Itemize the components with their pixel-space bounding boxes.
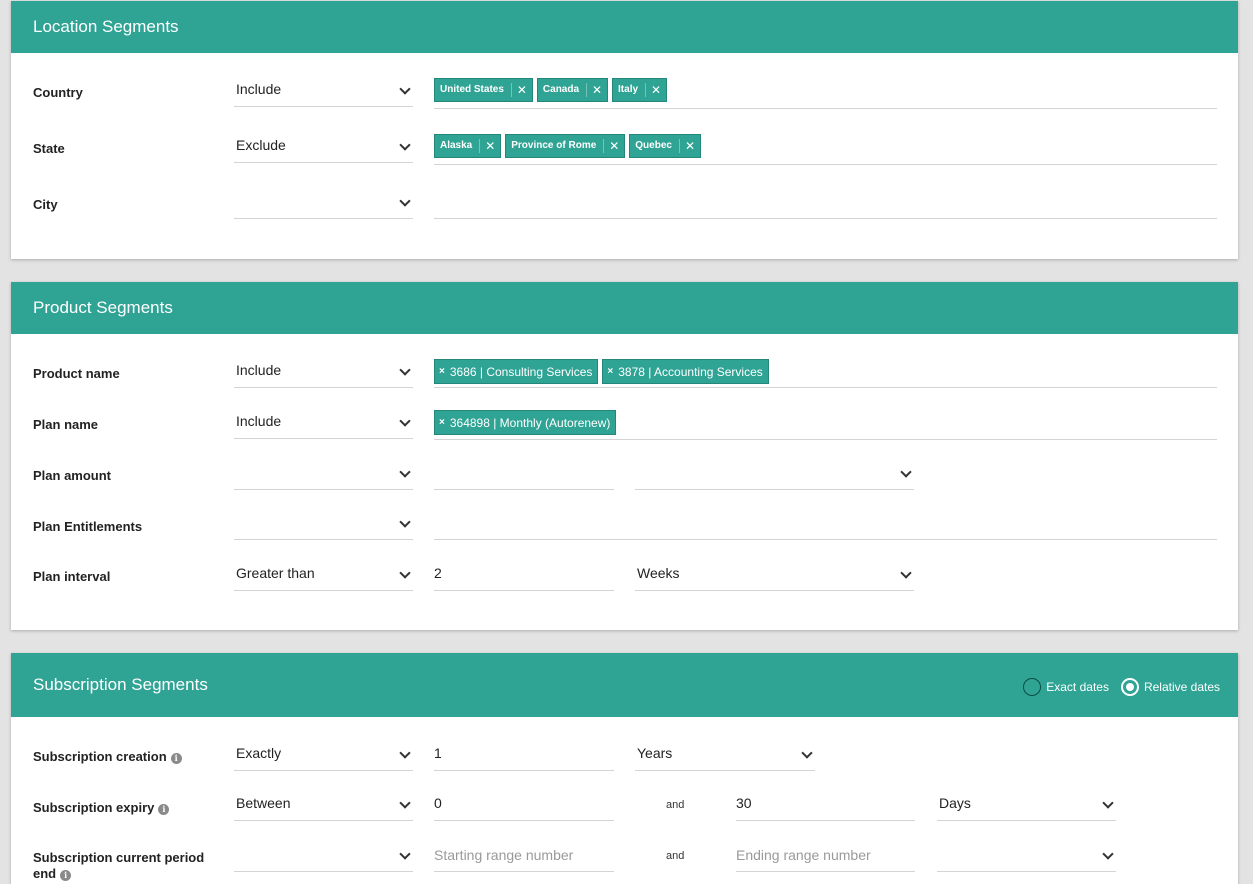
- chevron-down-icon: [399, 415, 411, 427]
- chevron-down-icon: [801, 747, 813, 759]
- chevron-down-icon: [399, 797, 411, 809]
- exact-dates-label[interactable]: Exact dates: [1046, 680, 1109, 694]
- location-segments-card: Location Segments Country Include United…: [11, 1, 1238, 259]
- info-icon[interactable]: i: [158, 804, 170, 815]
- product-name-tags-input[interactable]: × 3686 | Consulting Services × 3878 | Acco…: [434, 359, 1217, 388]
- plan-amount-input[interactable]: [434, 458, 614, 490]
- and-label: and: [666, 799, 685, 811]
- plan-interval-mode-select[interactable]: Greater than: [234, 559, 413, 591]
- remove-tag-icon[interactable]: ✕: [604, 139, 624, 153]
- state-label: State: [33, 141, 65, 156]
- and-label: and: [666, 850, 685, 862]
- chevron-down-icon: [399, 83, 411, 95]
- plan-entitlements-mode-select[interactable]: [234, 508, 413, 540]
- plan-amount-unit-select[interactable]: [635, 458, 914, 490]
- subscription-expiry-label: Subscription expiry i: [33, 800, 170, 816]
- subscription-segments-title: Subscription Segments: [33, 675, 208, 694]
- chevron-down-icon: [1102, 797, 1114, 809]
- city-mode-select[interactable]: [234, 187, 413, 219]
- chevron-down-icon: [399, 364, 411, 376]
- subscription-period-end-mode-select[interactable]: [234, 840, 413, 872]
- chevron-down-icon: [399, 848, 411, 860]
- plan-amount-label: Plan amount: [33, 468, 112, 483]
- plan-entitlements-label: Plan Entitlements: [33, 519, 143, 534]
- country-tags-input[interactable]: United States ✕ Canada ✕ Italy ✕: [434, 78, 1217, 109]
- remove-tag-icon[interactable]: ×: [439, 417, 445, 428]
- subscription-creation-value-input[interactable]: 1: [434, 739, 614, 771]
- remove-tag-icon[interactable]: ✕: [480, 139, 500, 153]
- info-icon[interactable]: i: [170, 753, 182, 764]
- info-icon[interactable]: i: [60, 870, 72, 881]
- plan-name-mode-select[interactable]: Include: [234, 407, 413, 439]
- product-name-mode-select[interactable]: Include: [234, 356, 413, 388]
- subscription-creation-mode-select[interactable]: Exactly: [234, 739, 413, 771]
- plan-interval-value-input[interactable]: 2: [434, 559, 614, 591]
- country-label: Country: [33, 85, 83, 100]
- product-name-label: Product name: [33, 366, 120, 381]
- subscription-creation-unit-select[interactable]: Years: [635, 739, 815, 771]
- product-tag: × 3686 | Consulting Services: [434, 359, 599, 384]
- chevron-down-icon: [399, 747, 411, 759]
- country-mode-select[interactable]: Include: [234, 75, 413, 107]
- chevron-down-icon: [399, 466, 411, 478]
- relative-dates-label[interactable]: Relative dates: [1144, 680, 1220, 694]
- state-tag: Province of Rome ✕: [505, 134, 626, 158]
- subscription-period-end-label: Subscription current period end i: [33, 850, 205, 881]
- state-mode-select[interactable]: Exclude: [234, 131, 413, 163]
- location-segments-title: Location Segments: [33, 17, 179, 36]
- relative-dates-radio[interactable]: [1120, 678, 1139, 696]
- chevron-down-icon: [399, 516, 411, 528]
- remove-tag-icon[interactable]: ✕: [512, 83, 532, 97]
- product-tag: × 3878 | Accounting Services: [602, 359, 769, 384]
- chevron-down-icon: [900, 567, 912, 579]
- country-mode-value: Include: [236, 81, 282, 97]
- city-tags-input[interactable]: [434, 187, 1217, 219]
- plan-name-tags-input[interactable]: × 364898 | Monthly (Autorenew): [434, 410, 1217, 440]
- plan-entitlements-input[interactable]: [434, 508, 1217, 540]
- subscription-period-end-from-input[interactable]: Starting range number: [434, 840, 614, 872]
- subscription-expiry-unit-select[interactable]: Days: [937, 789, 1116, 821]
- chevron-down-icon: [1102, 848, 1114, 860]
- product-name-mode-value: Include: [236, 362, 282, 378]
- product-segments-card: Product Segments Product name Include × 3…: [11, 282, 1238, 630]
- plan-tag: × 364898 | Monthly (Autorenew): [434, 410, 617, 435]
- plan-interval-mode-value: Greater than: [236, 565, 315, 581]
- product-segments-header: Product Segments: [11, 282, 1238, 334]
- chevron-down-icon: [900, 466, 912, 478]
- plan-name-mode-value: Include: [236, 413, 282, 429]
- subscription-expiry-from-input[interactable]: 0: [434, 789, 614, 821]
- state-tags-input[interactable]: Alaska ✕ Province of Rome ✕ Quebec ✕: [434, 134, 1217, 165]
- remove-tag-icon[interactable]: ×: [439, 366, 445, 377]
- chevron-down-icon: [399, 139, 411, 151]
- remove-tag-icon[interactable]: ×: [607, 366, 613, 377]
- subscription-period-end-unit-select[interactable]: [937, 840, 1116, 872]
- subscription-expiry-mode-select[interactable]: Between: [234, 789, 413, 821]
- chevron-down-icon: [399, 567, 411, 579]
- remove-tag-icon[interactable]: ✕: [646, 83, 666, 97]
- subscription-period-end-to-input[interactable]: Ending range number: [736, 840, 915, 872]
- country-tag: United States ✕: [434, 78, 533, 102]
- product-segments-title: Product Segments: [33, 298, 173, 317]
- remove-tag-icon[interactable]: ✕: [680, 139, 700, 153]
- plan-interval-unit-select[interactable]: Weeks: [635, 559, 914, 591]
- plan-amount-mode-select[interactable]: [234, 458, 413, 490]
- state-tag: Alaska ✕: [434, 134, 502, 158]
- country-tag: Canada ✕: [536, 78, 609, 102]
- city-label: City: [33, 197, 58, 212]
- location-segments-header: Location Segments: [11, 1, 1238, 53]
- exact-dates-radio[interactable]: [1023, 678, 1042, 696]
- plan-interval-label: Plan interval: [33, 569, 111, 584]
- date-mode-radio-group: Exact dates Relative dates: [1023, 678, 1220, 696]
- state-mode-value: Exclude: [236, 137, 286, 153]
- remove-tag-icon[interactable]: ✕: [587, 83, 607, 97]
- subscription-expiry-to-input[interactable]: 30: [736, 789, 915, 821]
- subscription-segments-header: Subscription Segments Exact dates Relati…: [11, 653, 1238, 717]
- country-tag: Italy ✕: [612, 78, 668, 102]
- subscription-creation-label: Subscription creation i: [33, 749, 182, 765]
- chevron-down-icon: [399, 195, 411, 207]
- plan-name-label: Plan name: [33, 417, 99, 432]
- state-tag: Quebec ✕: [629, 134, 701, 158]
- subscription-segments-card: Subscription Segments Exact dates Relati…: [11, 653, 1238, 884]
